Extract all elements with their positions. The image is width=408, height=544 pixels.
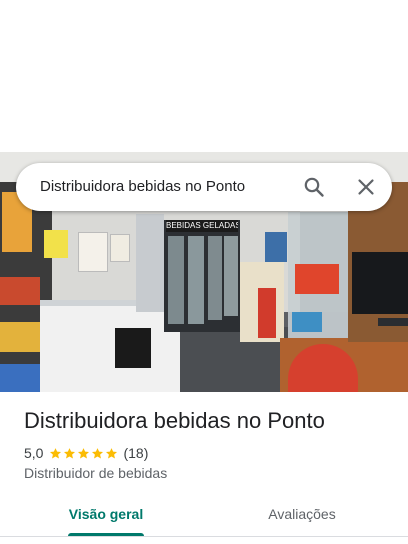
keyboard: [378, 318, 408, 326]
fridge-door: [224, 236, 238, 316]
search-icon[interactable]: [302, 175, 326, 199]
counter-sticker: [295, 264, 339, 294]
star-icon: [50, 447, 62, 458]
search-input[interactable]: Distribuidora bebidas no Ponto: [40, 163, 245, 211]
place-title: Distribuidora bebidas no Ponto: [24, 408, 325, 433]
close-icon[interactable]: [354, 175, 378, 199]
star-icon: [78, 447, 90, 458]
snack-pack: [0, 322, 42, 352]
counter-items: [292, 312, 322, 332]
blank-header-area: [0, 0, 408, 152]
monitor: [352, 252, 408, 314]
drink-display: [258, 288, 276, 338]
star-rating: [49, 447, 119, 460]
fridge-side: [136, 214, 164, 312]
fridge-door: [208, 236, 222, 320]
tab-overview[interactable]: Visão geral: [48, 496, 164, 536]
chest-freezer: [40, 300, 180, 392]
star-icon: [106, 447, 118, 458]
rating-row[interactable]: 5,0 (18): [24, 444, 148, 462]
wall-poster: [110, 234, 130, 262]
star-icon: [92, 447, 104, 458]
place-category[interactable]: Distribuidor de bebidas: [24, 465, 167, 481]
fridge-sign: BEBIDAS GELADAS: [166, 220, 238, 232]
snack-pack: [0, 364, 44, 392]
review-count[interactable]: (18): [123, 445, 148, 461]
tab-bar: Visão geral Avaliações: [0, 496, 408, 537]
tab-reviews[interactable]: Avaliações: [240, 496, 364, 536]
search-bar[interactable]: Distribuidora bebidas no Ponto: [16, 163, 392, 211]
active-tab-indicator: [68, 533, 144, 536]
fridge-door: [188, 236, 204, 324]
rating-value: 5,0: [24, 445, 44, 461]
star-icon: [64, 447, 76, 458]
blue-display: [265, 232, 287, 262]
freezer-logo: [115, 328, 151, 368]
wall-poster: [78, 232, 108, 272]
snack-pack: [0, 277, 40, 305]
wall-poster: [44, 230, 68, 258]
fridge-door: [168, 236, 184, 324]
